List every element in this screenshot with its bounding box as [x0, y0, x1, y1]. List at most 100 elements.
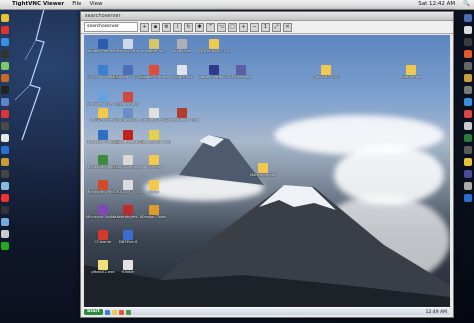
dock-app-icon[interactable] [1, 242, 9, 250]
dock-app-icon[interactable] [1, 218, 9, 226]
spotlight-icon[interactable]: 🔍 [459, 0, 474, 9]
dock-app-icon[interactable] [1, 62, 9, 70]
desktop-icon[interactable]: Srufances [224, 65, 258, 79]
dock-app-icon[interactable] [464, 170, 472, 178]
menu-view[interactable]: View [85, 0, 106, 9]
desktop-icon[interactable]: TightVNC 5.00 [309, 65, 343, 79]
explorer-icon[interactable] [111, 309, 117, 315]
desktop-icon-label: Kindle [122, 270, 134, 274]
dock-app-icon[interactable] [464, 158, 472, 166]
dock-app-icon[interactable] [1, 146, 9, 154]
dock-app-icon[interactable] [1, 86, 9, 94]
folder-icon [321, 65, 331, 75]
dock-app-icon[interactable] [1, 50, 9, 58]
zoom-fit-icon[interactable]: ⤢ [272, 22, 281, 32]
desktop-icon[interactable]: SNDPack Mi...1.2.6... [197, 39, 231, 53]
dock-app-icon[interactable] [1, 134, 9, 142]
menu-app-name[interactable]: TightVNC Viewer [8, 0, 68, 9]
desktop-icon[interactable]: glyfis.exe [165, 39, 199, 53]
app-icon [177, 108, 187, 118]
dock-left [1, 14, 10, 250]
dock-app-icon[interactable] [1, 110, 9, 118]
desktop-icon-label: Poltry [148, 190, 160, 194]
dock-app-icon[interactable] [1, 170, 9, 178]
desktop-icon[interactable]: DNSPub 6 [111, 230, 145, 244]
dock-app-icon[interactable] [1, 230, 9, 238]
tightvnc-window[interactable]: searchoserver searchoserver + ▪ ⚙ i ↻ ✱ … [80, 11, 454, 318]
dock-app-icon[interactable] [1, 14, 9, 22]
dock-app-icon[interactable] [464, 98, 472, 106]
doc-icon [123, 180, 133, 190]
desktop-icon[interactable]: TeamViewer [394, 65, 428, 79]
exe-icon [98, 260, 108, 270]
desktop-icon[interactable]: StartSmart [111, 92, 145, 106]
desktop-icon-label: glyfis.exe [172, 49, 192, 53]
taskbar-clock: 12:49 AM [425, 309, 447, 315]
desktop-icon-label: Malwarebytes [249, 173, 277, 177]
dock-app-icon[interactable] [1, 158, 9, 166]
dock-app-icon[interactable] [464, 122, 472, 130]
chrome-icon [149, 65, 159, 75]
app-icon [123, 65, 133, 75]
desktop-icon[interactable]: Google SoY [165, 65, 199, 79]
desktop-icon[interactable]: Dragon Tales [137, 205, 171, 219]
menu-clock[interactable]: Sat 12:42 AM [414, 0, 459, 9]
dock-app-icon[interactable] [464, 74, 472, 82]
dock-app-icon[interactable] [1, 26, 9, 34]
info-icon[interactable]: i [173, 22, 182, 32]
desktop-icon[interactable]: Malwarebytes [246, 163, 280, 177]
ie-icon[interactable] [104, 309, 110, 315]
remote-desktop[interactable]: October Refresh.do Recycle Bin powered_se.… [84, 35, 450, 315]
ctrl-alt-del-icon[interactable]: ✱ [195, 22, 204, 32]
dock-app-icon[interactable] [464, 182, 472, 190]
dock-app-icon[interactable] [464, 146, 472, 154]
ctrl-key-icon[interactable]: ^ [206, 22, 215, 32]
app-icon[interactable] [125, 309, 131, 315]
desktop-icon-label: TeamViewer [399, 75, 423, 79]
apple-icon[interactable] [0, 0, 8, 9]
dock-app-icon[interactable] [1, 74, 9, 82]
windows-taskbar: Start 12:49 AM [84, 307, 450, 315]
image-icon [149, 39, 159, 49]
start-button[interactable]: Start [84, 309, 103, 315]
app-icon [123, 92, 133, 102]
dock-app-icon[interactable] [464, 110, 472, 118]
dock-app-icon[interactable] [464, 194, 472, 202]
media-icon[interactable] [118, 309, 124, 315]
options-icon[interactable]: ⚙ [162, 22, 171, 32]
dock-app-icon[interactable] [464, 134, 472, 142]
zoom-in-icon[interactable]: + [239, 22, 248, 32]
fullscreen-icon[interactable]: □ [228, 22, 237, 32]
vnc-title-bar[interactable]: searchoserver [81, 12, 453, 21]
disconnect-icon[interactable]: ✕ [283, 22, 292, 32]
zoom-out-icon[interactable]: − [250, 22, 259, 32]
folder-icon [258, 163, 268, 173]
desktop-icon[interactable]: I The Beatles Yellow Subm... [137, 130, 171, 144]
dock-app-icon[interactable] [1, 122, 9, 130]
dock-app-icon[interactable] [464, 26, 472, 34]
dock-app-icon[interactable] [464, 62, 472, 70]
refresh-icon[interactable]: ↻ [184, 22, 193, 32]
zoom-100-icon[interactable]: 1 [261, 22, 270, 32]
dock-app-icon[interactable] [1, 194, 9, 202]
dock-app-icon[interactable] [1, 38, 9, 46]
dock-app-icon[interactable] [464, 86, 472, 94]
menu-file[interactable]: File [68, 0, 85, 9]
vnc-address-field[interactable]: searchoserver [84, 22, 138, 32]
desktop-icon[interactable]: Kindle [111, 260, 145, 274]
office-icon [98, 130, 108, 140]
desktop-icon[interactable]: Adventure in Typing [165, 108, 199, 122]
desktop-icon-label: I The Beatles Yellow Subm... [137, 140, 171, 144]
desktop-icon[interactable]: Poltry [137, 180, 171, 194]
dock-app-icon[interactable] [1, 182, 9, 190]
new-connection-icon[interactable]: + [140, 22, 149, 32]
dock-app-icon[interactable] [464, 38, 472, 46]
app-icon [98, 230, 108, 240]
save-icon[interactable]: ▪ [151, 22, 160, 32]
dock-app-icon[interactable] [464, 14, 472, 22]
desktop-icon[interactable]: Politics [137, 155, 171, 169]
dock-app-icon[interactable] [1, 206, 9, 214]
alt-key-icon[interactable]: ⌥ [217, 22, 226, 32]
dock-app-icon[interactable] [464, 50, 472, 58]
dock-app-icon[interactable] [1, 98, 9, 106]
